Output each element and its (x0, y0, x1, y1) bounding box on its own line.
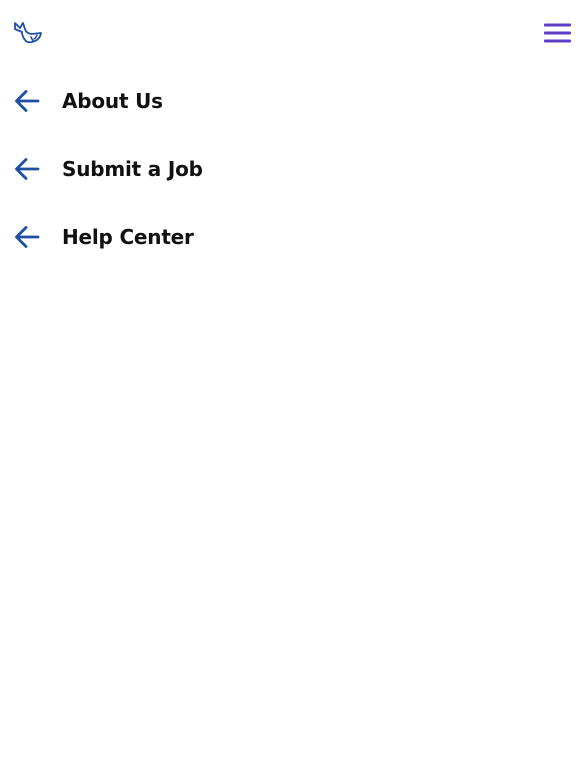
arrow-left-icon (14, 224, 40, 250)
nav-item-submit-a-job[interactable]: Submit a Job (0, 134, 576, 202)
header (0, 0, 576, 66)
arrow-left-icon (14, 88, 40, 114)
nav-menu: About Us Submit a Job Help Center (0, 66, 576, 270)
nav-item-about-us[interactable]: About Us (0, 66, 576, 134)
nav-item-help-center[interactable]: Help Center (0, 202, 576, 270)
arrow-left-icon (14, 156, 40, 182)
whale-logo-icon[interactable] (13, 20, 43, 46)
nav-item-label: About Us (62, 89, 163, 113)
nav-item-label: Help Center (62, 225, 194, 249)
hamburger-menu-icon[interactable] (540, 20, 574, 46)
nav-item-label: Submit a Job (62, 157, 203, 181)
